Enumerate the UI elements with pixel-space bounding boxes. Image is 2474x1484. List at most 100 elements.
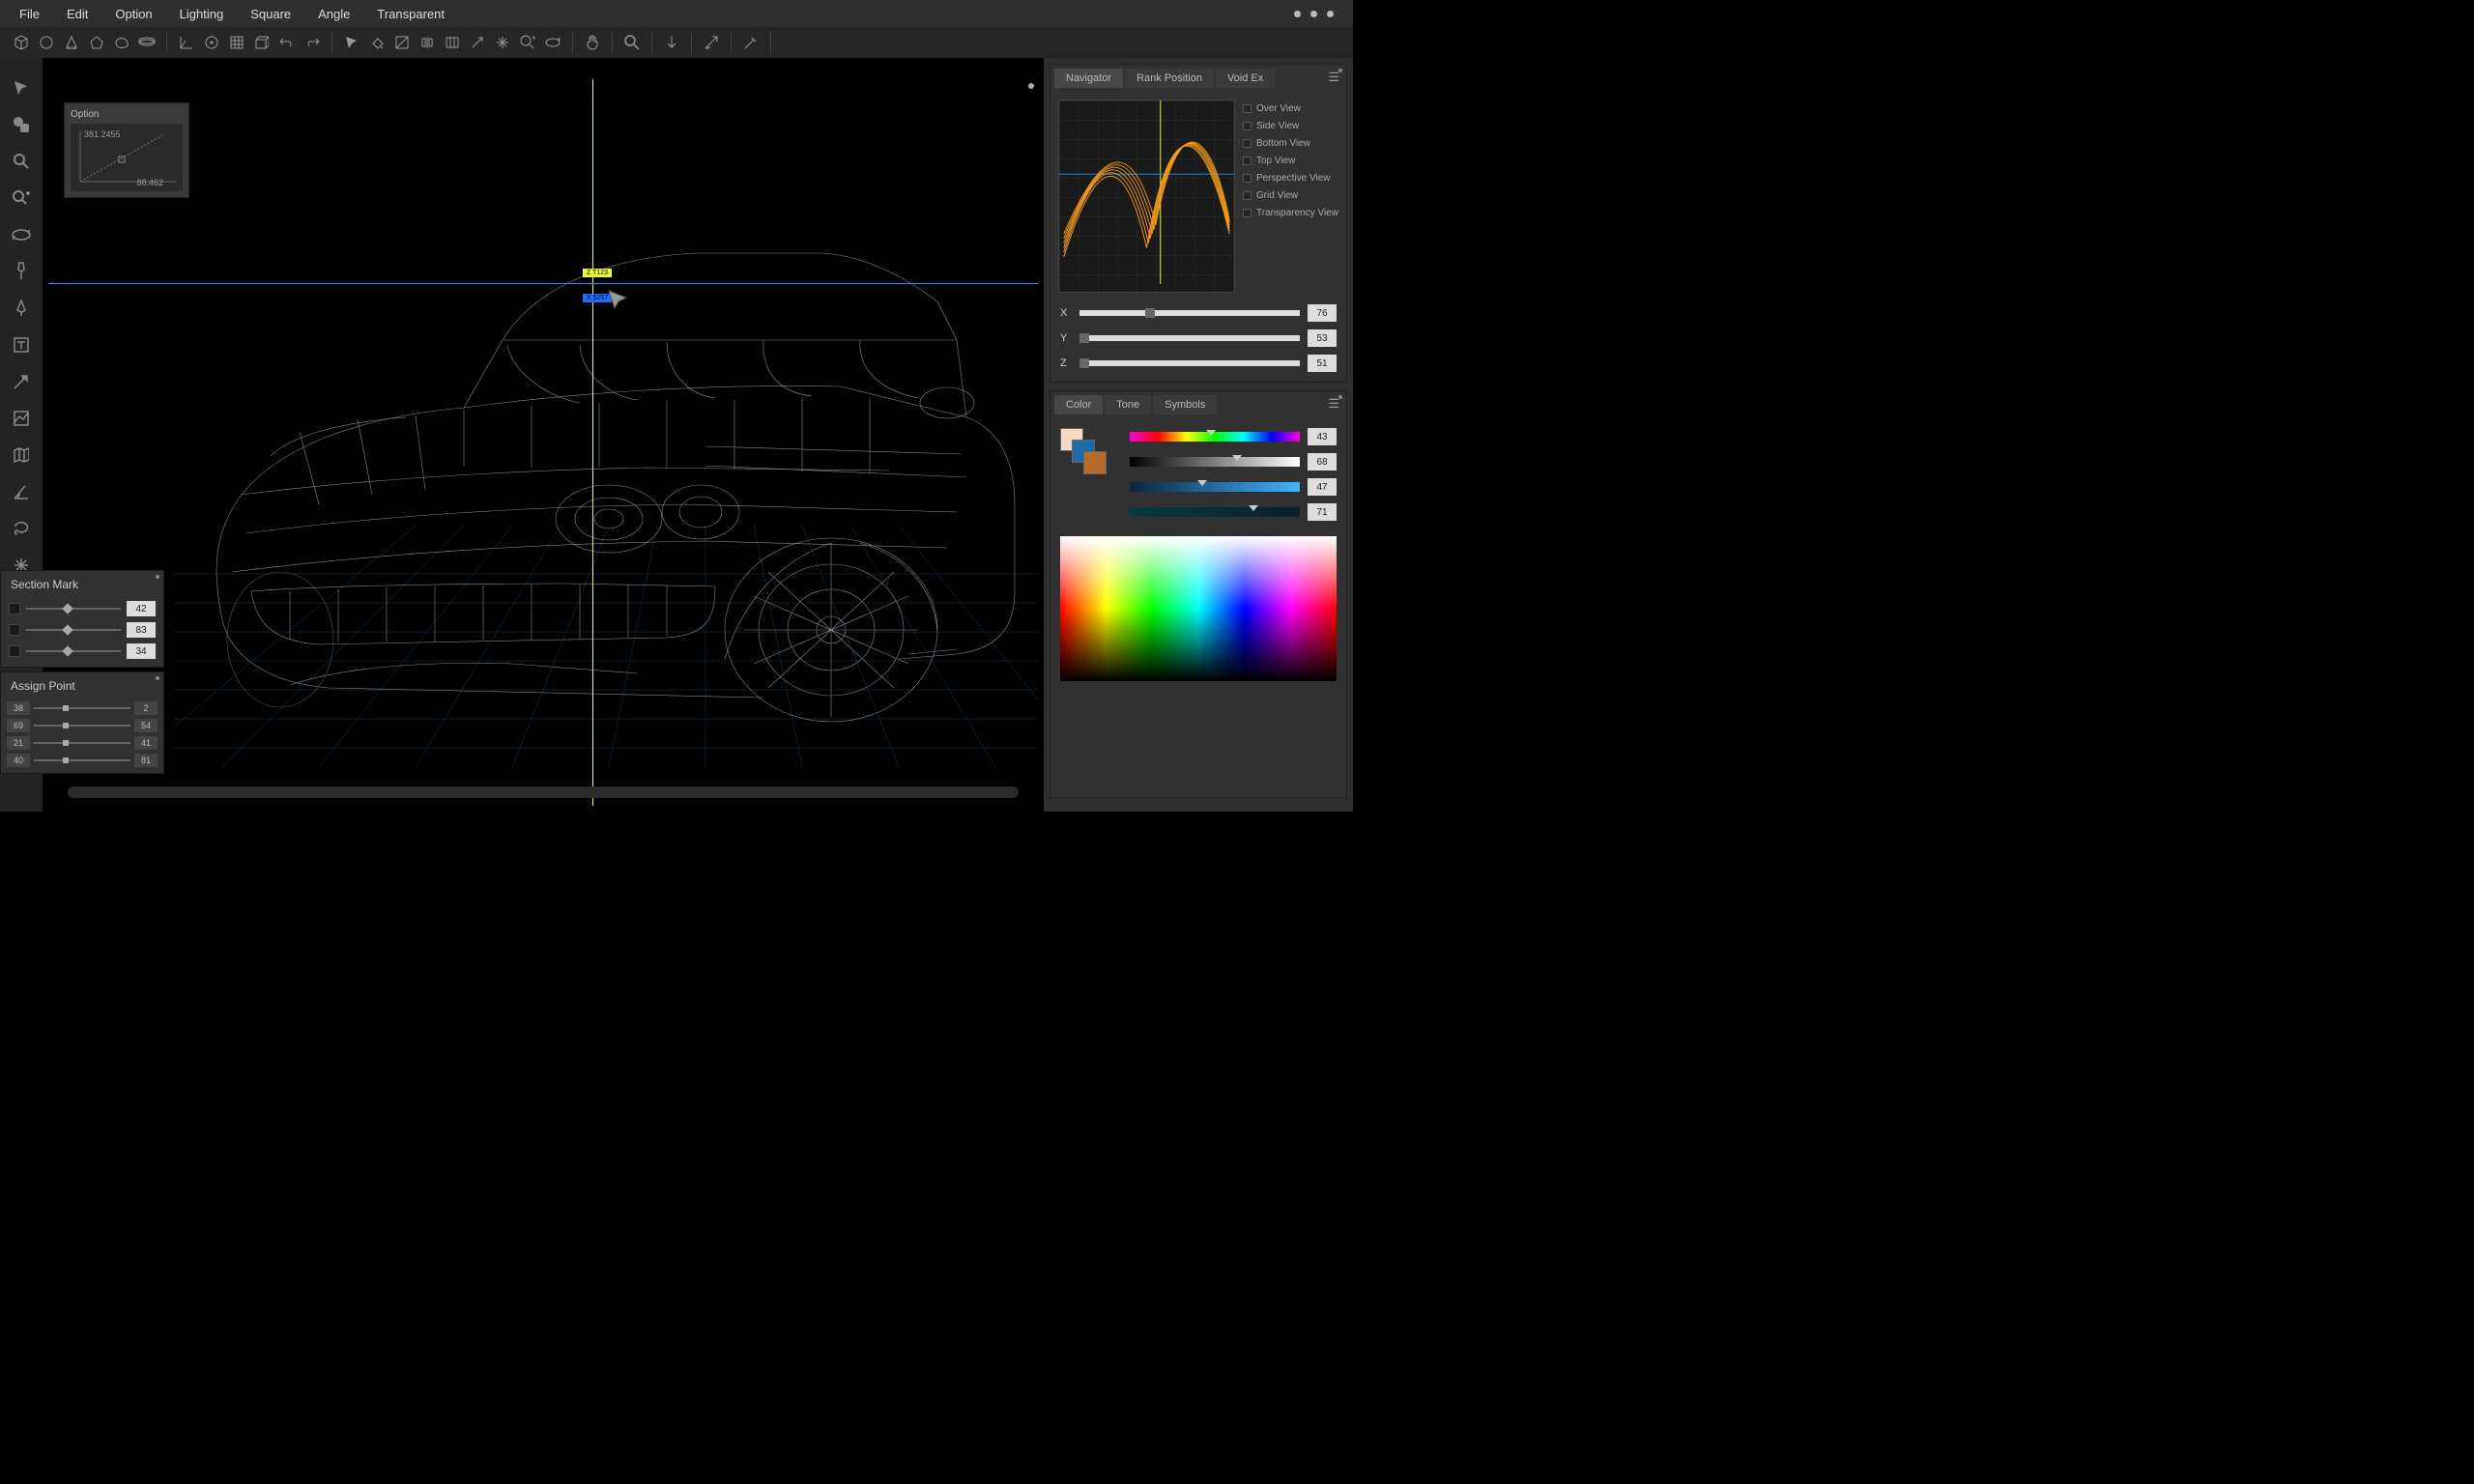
cursor-icon: [608, 290, 629, 313]
target-icon[interactable]: [202, 33, 221, 52]
lasso-icon[interactable]: [11, 518, 32, 539]
select-arrow-icon[interactable]: [11, 77, 32, 99]
color-swatches[interactable]: [1060, 428, 1108, 476]
text-icon[interactable]: [11, 334, 32, 356]
navigator-curve-view[interactable]: [1058, 100, 1235, 293]
window-dot[interactable]: [1310, 11, 1317, 17]
box-icon[interactable]: [252, 33, 272, 52]
pen-icon[interactable]: [11, 298, 32, 319]
fill-icon[interactable]: [367, 33, 387, 52]
view-over[interactable]: Over View: [1243, 103, 1338, 114]
menu-option[interactable]: Option: [115, 7, 152, 21]
panel-menu-icon[interactable]: ☰: [1328, 70, 1340, 85]
arrow-icon[interactable]: [468, 33, 487, 52]
menu-transparent[interactable]: Transparent: [377, 7, 445, 21]
tab-void-ex[interactable]: Void Ex: [1216, 69, 1275, 88]
tab-navigator[interactable]: Navigator: [1054, 69, 1123, 88]
cube-icon[interactable]: [12, 33, 31, 52]
view-perspective[interactable]: Perspective View: [1243, 173, 1338, 184]
tab-symbols[interactable]: Symbols: [1153, 395, 1217, 414]
menu-edit[interactable]: Edit: [67, 7, 88, 21]
x-slider[interactable]: .coord-slider[style*="30"]::after{left:3…: [1079, 310, 1300, 316]
magnify-icon[interactable]: [11, 151, 32, 172]
undo-icon[interactable]: [277, 33, 297, 52]
x-value[interactable]: 76: [1308, 304, 1337, 322]
option-popup[interactable]: Option 381.2455 88.462: [64, 102, 189, 198]
cone-icon[interactable]: [62, 33, 81, 52]
section-mark-panel: Section Mark 42 83 34: [0, 570, 164, 668]
panel-menu-icon[interactable]: ☰: [1328, 396, 1340, 412]
menubar: File Edit Option Lighting Square Angle T…: [0, 0, 1353, 27]
pointer-icon[interactable]: [342, 33, 361, 52]
axis-icon[interactable]: [177, 33, 196, 52]
menu-angle[interactable]: Angle: [318, 7, 350, 21]
section-slider-3[interactable]: [26, 650, 121, 652]
mirror-icon[interactable]: [417, 33, 437, 52]
pentagon-icon[interactable]: [87, 33, 106, 52]
tab-tone[interactable]: Tone: [1105, 395, 1151, 414]
window-dot[interactable]: [1327, 11, 1334, 17]
cylinder-icon[interactable]: [137, 33, 157, 52]
color-spectrum[interactable]: [1060, 536, 1337, 681]
horizontal-scrollbar[interactable]: [68, 786, 1019, 798]
alpha-slider[interactable]: [1130, 507, 1300, 517]
y-slider[interactable]: [1079, 335, 1300, 341]
pin-icon[interactable]: [11, 261, 32, 282]
hue-slider[interactable]: [1130, 432, 1300, 442]
hand-icon[interactable]: [583, 33, 602, 52]
magnify-plus-icon[interactable]: [11, 187, 32, 209]
graph-icon[interactable]: [11, 408, 32, 429]
coord-z-row: Z 51: [1050, 351, 1346, 382]
section-slider-1[interactable]: [26, 608, 121, 610]
window-controls: [1294, 11, 1334, 17]
ap-slider-1[interactable]: [34, 707, 130, 709]
angle-tool-icon[interactable]: [11, 481, 32, 502]
sat-slider[interactable]: [1130, 482, 1300, 492]
grid-icon[interactable]: [227, 33, 246, 52]
circle-icon[interactable]: [37, 33, 56, 52]
viewport[interactable]: Z T123 X 5257: [48, 79, 1038, 806]
view-top[interactable]: Top View: [1243, 156, 1338, 166]
assign-point-panel: Assign Point 382 6954 2141 4081: [0, 671, 164, 774]
tab-color[interactable]: Color: [1054, 395, 1103, 414]
view-side[interactable]: Side View: [1243, 121, 1338, 131]
z-slider[interactable]: [1079, 360, 1300, 366]
window-dot[interactable]: [1294, 11, 1301, 17]
blob-icon[interactable]: [112, 33, 131, 52]
ap-slider-2[interactable]: [34, 725, 130, 727]
value-slider[interactable]: [1130, 457, 1300, 467]
menu-file[interactable]: File: [19, 7, 40, 21]
snap-icon[interactable]: [493, 33, 512, 52]
view-grid[interactable]: Grid View: [1243, 190, 1338, 201]
y-value[interactable]: 53: [1308, 329, 1337, 347]
wand-icon[interactable]: [741, 33, 761, 52]
ap-slider-4[interactable]: [34, 759, 130, 761]
horizontal-guide[interactable]: [48, 283, 1038, 284]
ap-slider-3[interactable]: [34, 742, 130, 744]
down-arrow-icon[interactable]: [662, 33, 681, 52]
menu-lighting[interactable]: Lighting: [180, 7, 224, 21]
zoom-plus-icon[interactable]: [518, 33, 537, 52]
shapes-icon[interactable]: [11, 114, 32, 135]
view-transparency[interactable]: Transparency View: [1243, 208, 1338, 218]
tab-rank-position[interactable]: Rank Position: [1125, 69, 1214, 88]
z-marker: Z T123: [583, 269, 612, 277]
car-wireframe: [164, 205, 1034, 765]
right-panels: ☰ Navigator Rank Position Void Ex: [1044, 58, 1353, 812]
send-icon[interactable]: [702, 33, 721, 52]
book-icon[interactable]: [443, 33, 462, 52]
map-icon[interactable]: [11, 444, 32, 466]
view-bottom[interactable]: Bottom View: [1243, 138, 1338, 149]
top-toolbar: [0, 27, 1353, 58]
redo-icon[interactable]: [302, 33, 322, 52]
section-slider-2[interactable]: [26, 629, 121, 631]
vertical-guide[interactable]: [592, 79, 593, 806]
gradient-icon[interactable]: [392, 33, 412, 52]
rotate-icon[interactable]: [543, 33, 562, 52]
z-value[interactable]: 51: [1308, 355, 1337, 372]
menu-square[interactable]: Square: [250, 7, 291, 21]
arrow-tool-icon[interactable]: [11, 371, 32, 392]
coord-x-row: X .coord-slider[style*="30"]::after{left…: [1050, 300, 1346, 326]
zoom-icon[interactable]: [622, 33, 642, 52]
orbit-icon[interactable]: [11, 224, 32, 245]
